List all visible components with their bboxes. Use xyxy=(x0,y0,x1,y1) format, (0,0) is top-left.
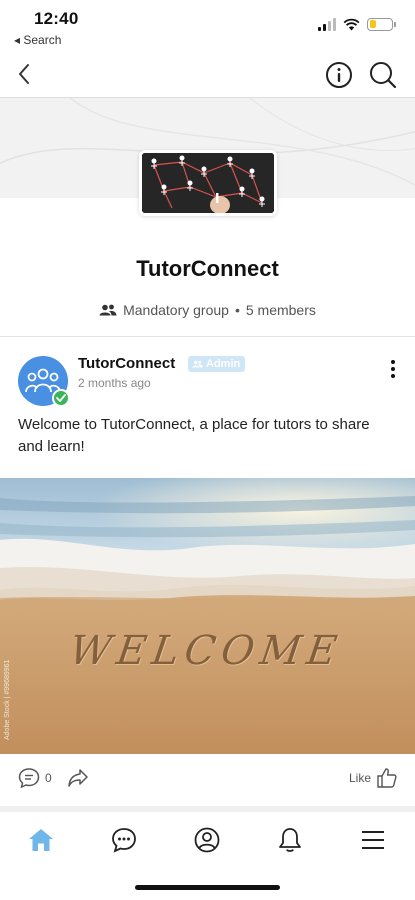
home-icon xyxy=(29,829,53,851)
welcome-sand-text: WELCOME xyxy=(66,628,346,674)
search-icon xyxy=(370,62,397,89)
thumbs-up-icon xyxy=(377,768,397,788)
post-more-button[interactable] xyxy=(383,358,403,380)
post-actions: 0 Like xyxy=(0,760,415,798)
bell-icon xyxy=(279,828,301,852)
check-icon xyxy=(56,394,66,402)
home-indicator[interactable] xyxy=(135,885,280,890)
top-nav xyxy=(0,52,415,98)
screen: 12:40 ◂ Search TutorConnect Mandatory gr… xyxy=(0,0,415,900)
group-type: Mandatory group xyxy=(123,302,229,318)
signal-icon xyxy=(318,17,336,31)
status-bar: 12:40 ◂ Search xyxy=(0,0,415,52)
chevron-left-icon xyxy=(19,64,29,84)
menu-icon xyxy=(362,831,384,849)
profile-icon xyxy=(194,827,220,853)
post-author-name[interactable]: TutorConnect xyxy=(78,355,175,372)
image-watermark: Adobe Stock | #99689961 xyxy=(4,659,11,740)
group-avatar-image[interactable] xyxy=(139,150,277,216)
battery-icon xyxy=(367,17,396,31)
bottom-tab-bar xyxy=(0,812,415,864)
system-icons xyxy=(318,14,396,34)
tab-notifications[interactable] xyxy=(270,820,310,860)
info-button[interactable] xyxy=(323,59,355,91)
tab-home[interactable] xyxy=(21,820,61,860)
meta-separator: • xyxy=(234,302,240,318)
admin-badge-label: Admin xyxy=(206,358,241,370)
comment-button[interactable]: 0 xyxy=(17,766,52,790)
verified-badge xyxy=(52,389,70,407)
group-meta: Mandatory group • 5 members xyxy=(0,302,415,318)
comment-icon xyxy=(18,768,40,789)
member-count[interactable]: 5 members xyxy=(246,302,316,318)
share-button[interactable] xyxy=(66,766,90,790)
info-icon xyxy=(326,62,352,88)
post-body: Welcome to TutorConnect, a place for tut… xyxy=(18,416,370,455)
group-name: TutorConnect xyxy=(136,256,279,281)
tab-menu[interactable] xyxy=(353,820,393,860)
like-label: Like xyxy=(348,771,371,785)
wifi-icon xyxy=(343,18,360,30)
status-time: 12:40 xyxy=(34,9,79,28)
tab-profile[interactable] xyxy=(187,820,227,860)
members-icon xyxy=(99,304,117,316)
like-button[interactable]: Like xyxy=(349,766,399,790)
tab-chat[interactable] xyxy=(104,820,144,860)
back-to-app-link[interactable]: ◂ Search xyxy=(14,33,61,47)
comment-count: 0 xyxy=(45,771,52,785)
back-button[interactable] xyxy=(8,58,40,90)
share-icon xyxy=(68,769,88,787)
chat-icon xyxy=(112,828,136,853)
post-image[interactable]: WELCOME xyxy=(0,478,415,754)
post-timestamp: 2 months ago xyxy=(78,376,151,390)
divider xyxy=(0,336,415,337)
search-button[interactable] xyxy=(367,59,399,91)
members-icon xyxy=(192,360,203,368)
admin-badge: Admin xyxy=(188,356,246,372)
